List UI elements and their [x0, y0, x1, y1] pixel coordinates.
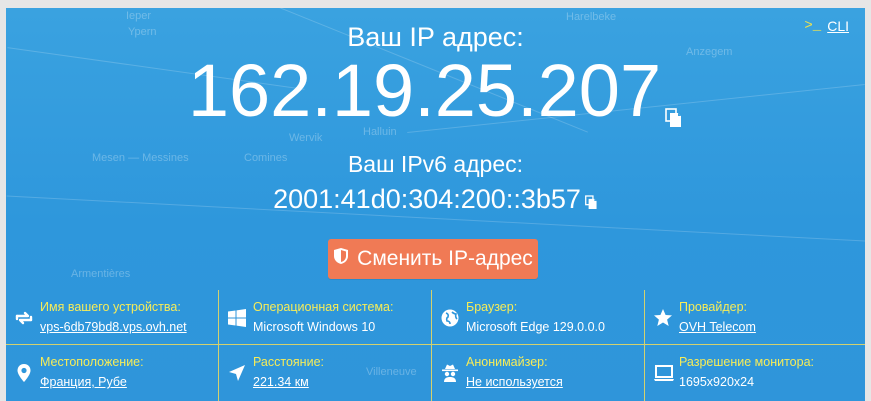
anonymizer-label: Анонимайзер:	[466, 355, 548, 369]
ipv6-address: 2001:41d0:304:200::3b57	[273, 184, 581, 214]
browser-value: Microsoft Edge 129.0.0.0	[466, 320, 605, 334]
spy-icon	[440, 363, 460, 383]
device-name-value[interactable]: vps-6db79bd8.vps.ovh.net	[40, 320, 218, 334]
resolution-value: 1695x920x24	[679, 375, 755, 389]
info-anonymizer: Анонимайзер: Не используется	[432, 345, 645, 401]
anonymizer-value[interactable]: Не используется	[466, 375, 644, 389]
resolution-label: Разрешение монитора:	[679, 355, 815, 369]
location-label: Местоположение:	[40, 355, 144, 369]
change-ip-button[interactable]: Сменить IP-адрес	[328, 239, 538, 279]
location-pin-icon	[14, 363, 34, 383]
shield-icon	[333, 247, 349, 271]
info-browser: Браузер: Microsoft Edge 129.0.0.0	[432, 290, 645, 345]
copy-ipv6-icon[interactable]	[584, 186, 598, 217]
info-os: Операционная система: Microsoft Windows …	[219, 290, 432, 345]
ip-info-panel: Ieper Ypern Harelbeke Anzegem Mesen — Me…	[6, 8, 865, 401]
os-value: Microsoft Windows 10	[253, 320, 376, 334]
copy-ip-icon[interactable]	[665, 60, 683, 145]
os-label: Операционная система:	[253, 300, 394, 314]
star-icon	[653, 308, 673, 328]
monitor-icon	[653, 363, 674, 383]
globe-icon	[440, 308, 460, 328]
navigation-arrow-icon	[227, 363, 247, 383]
info-grid: Имя вашего устройства: vps-6db79bd8.vps.…	[6, 290, 865, 401]
info-distance: Расстояние: 221.34 км	[219, 345, 432, 401]
ipv6-title: Ваш IPv6 адрес:	[347, 151, 524, 177]
location-value[interactable]: Франция, Рубе	[40, 375, 218, 389]
provider-value[interactable]: OVH Telecom	[679, 320, 865, 334]
distance-label: Расстояние:	[253, 355, 324, 369]
ipv6-address-row: 2001:41d0:304:200::3b57	[6, 184, 865, 217]
refresh-icon	[14, 308, 34, 328]
provider-label: Провайдер:	[679, 300, 747, 314]
device-name-label: Имя вашего устройства:	[40, 300, 181, 314]
info-location: Местоположение: Франция, Рубе	[6, 345, 219, 401]
windows-icon	[227, 308, 247, 328]
ip-address-row: 162.19.25.207	[6, 48, 865, 145]
browser-label: Браузер:	[466, 300, 518, 314]
info-provider: Провайдер: OVH Telecom	[645, 290, 865, 345]
change-ip-label: Сменить IP-адрес	[357, 247, 533, 270]
info-screen-resolution: Разрешение монитора: 1695x920x24	[645, 345, 865, 401]
ip-address: 162.19.25.207	[187, 49, 662, 132]
info-device-name: Имя вашего устройства: vps-6db79bd8.vps.…	[6, 290, 219, 345]
distance-value[interactable]: 221.34 км	[253, 375, 431, 389]
